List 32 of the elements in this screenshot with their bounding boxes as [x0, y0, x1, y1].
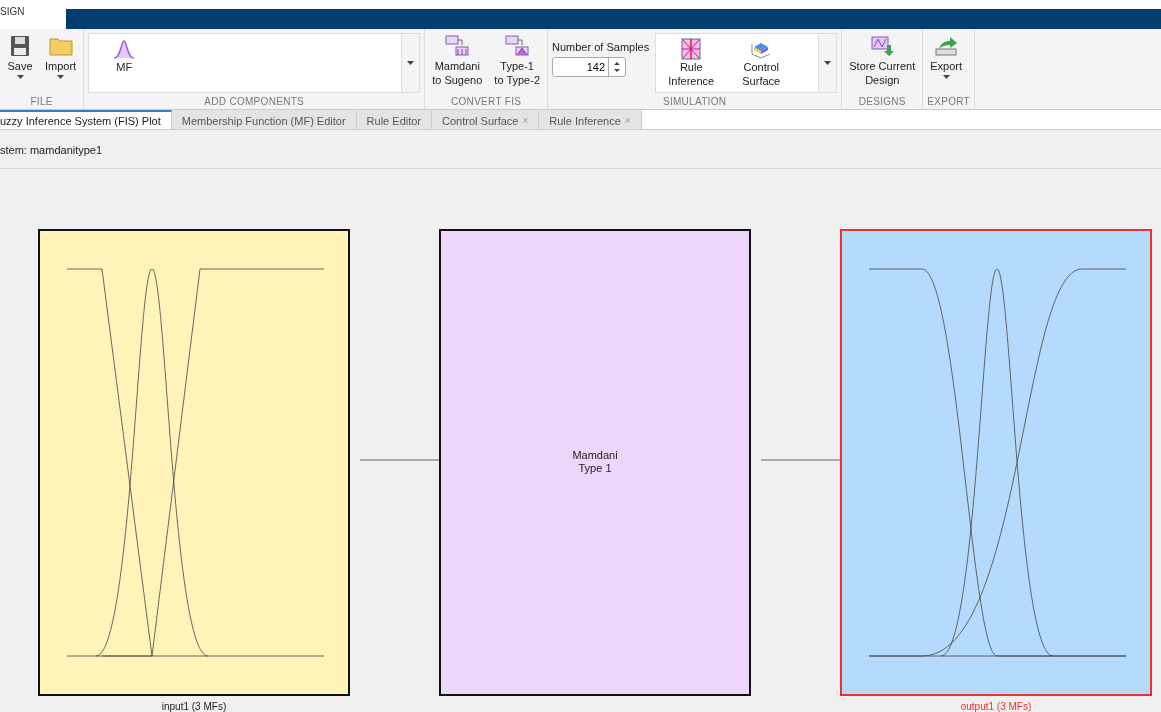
ribbon-button[interactable]: Store Current Design: [846, 33, 919, 90]
section-title: SIMULATION: [661, 94, 728, 109]
ribbon-button[interactable]: Save: [4, 33, 36, 82]
system-label: stem: mamdanitype1: [0, 143, 104, 158]
section-title: ADD COMPONENTS: [203, 94, 306, 109]
variable-label: output1 (3 MFs): [960, 701, 1032, 712]
store-design-icon: [869, 35, 896, 58]
document-tab[interactable]: uzzy Inference System (FIS) Plot: [0, 109, 172, 130]
folder-icon: [47, 35, 74, 58]
chart-convert-icon: [504, 35, 531, 58]
gallery-item[interactable]: Rule Inference: [656, 34, 727, 93]
gallery-item[interactable]: Control Surface: [726, 34, 797, 93]
system-block[interactable]: Mamdani Type 1: [439, 229, 751, 696]
ribbon-button[interactable]: Import: [42, 33, 80, 82]
document-tab[interactable]: Rule Inference ×: [539, 109, 642, 130]
caret-icon: [824, 61, 832, 66]
samples-spinner[interactable]: 142: [552, 57, 626, 78]
samples-label: Number of Samples: [552, 41, 650, 54]
system-type-text: Mamdani Type 1: [572, 449, 618, 476]
section-title: DESIGNS: [857, 94, 907, 109]
variable-label: input1 (3 MFs): [161, 701, 227, 712]
section-title: EXPORT: [927, 94, 970, 109]
section-title: CONVERT FIS: [450, 94, 523, 109]
caret-icon: [407, 61, 415, 66]
gallery-item[interactable]: MF: [89, 34, 160, 93]
export-arrow-icon: [933, 35, 960, 58]
chart-convert-icon: [444, 35, 471, 58]
section-title: FILE: [29, 94, 54, 109]
ribbon-button[interactable]: Type-1 to Type-2: [491, 33, 543, 90]
ribbon-button[interactable]: Mamdani to Sugeno: [429, 33, 486, 90]
document-tab[interactable]: Control Surface ×: [432, 109, 540, 130]
ribbon-button[interactable]: Export: [927, 33, 966, 82]
